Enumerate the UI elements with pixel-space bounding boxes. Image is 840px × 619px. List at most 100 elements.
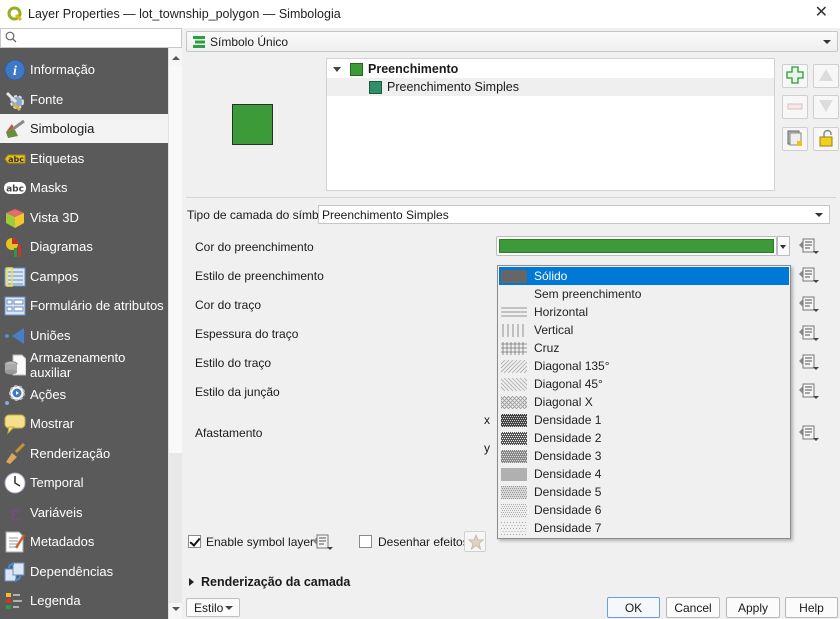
cancel-button[interactable]: Cancel: [666, 597, 720, 618]
sidebar-item-unioes[interactable]: Uniões: [0, 321, 168, 350]
fill-style-option[interactable]: Densidade 6: [499, 501, 789, 519]
dense6-pattern-icon: [501, 503, 527, 517]
stroke-color-data-defined-button[interactable]: [798, 295, 820, 313]
add-layer-button[interactable]: [782, 64, 808, 88]
fill-style-option-label: Densidade 5: [534, 485, 602, 499]
join-style-data-defined-button[interactable]: [798, 382, 820, 400]
fill-style-option[interactable]: Densidade 7: [499, 519, 789, 537]
fill-style-option[interactable]: Densidade 4: [499, 465, 789, 483]
fill-style-option-label: Horizontal: [534, 305, 589, 319]
sidebar-item-label: Diagramas: [30, 239, 93, 254]
fill-style-option[interactable]: Densidade 3: [499, 447, 789, 465]
sidebar-item-vista-3d[interactable]: Vista 3D: [0, 203, 168, 232]
fill-style-label: Estilo de preenchimento: [195, 269, 324, 283]
duplicate-layer-button[interactable]: [782, 127, 808, 151]
dense7-pattern-icon: [501, 521, 527, 535]
sidebar-item-variaveis[interactable]: ε Variáveis: [0, 498, 168, 527]
sidebar-item-fonte[interactable]: Fonte: [0, 85, 168, 114]
fill-style-option[interactable]: Diagonal X: [499, 393, 789, 411]
move-down-button[interactable]: [813, 95, 839, 119]
fill-style-data-defined-button[interactable]: [798, 266, 820, 284]
fill-style-option[interactable]: Horizontal: [499, 303, 789, 321]
help-button[interactable]: Help: [785, 597, 838, 618]
metadata-document-icon: [4, 531, 26, 553]
plus-icon: [786, 65, 804, 87]
sidebar-item-temporal[interactable]: Temporal: [0, 468, 168, 497]
fill-style-option[interactable]: Diagonal 135°: [499, 357, 789, 375]
fill-color-data-defined-button[interactable]: [798, 237, 820, 255]
fill-style-dropdown-list[interactable]: Sólido Sem preenchimento Horizontal Vertica…: [497, 265, 791, 539]
close-icon[interactable]: ✕: [815, 5, 828, 21]
sidebar-item-label: Formulário de atributos: [30, 298, 164, 313]
sidebar-item-campos[interactable]: Campos: [0, 262, 168, 291]
renderer-type-select[interactable]: Símbolo Único: [186, 31, 838, 52]
expand-caret-icon[interactable]: [333, 66, 341, 72]
search-input[interactable]: [21, 30, 179, 46]
offset-data-defined-button[interactable]: [798, 424, 820, 442]
rendering-brush-icon: [4, 442, 26, 465]
sidebar-item-dependencias[interactable]: Dependências: [0, 557, 168, 586]
fill-style-option-label: Diagonal 45°: [534, 377, 603, 391]
scroll-down-arrow-icon[interactable]: [172, 607, 180, 611]
tree-item-fill-symbol[interactable]: Preenchimento: [327, 60, 774, 78]
sidebar-item-label: Uniões: [30, 328, 71, 343]
simple-fill-swatch-icon: [369, 80, 382, 94]
fill-color-menu-button[interactable]: [777, 236, 790, 256]
sidebar-item-formulario[interactable]: Formulário de atributos: [0, 291, 168, 320]
symbol-layer-type-value: Preenchimento Simples: [322, 207, 449, 222]
title-bar: Layer Properties — lot_township_polygon …: [0, 0, 840, 28]
chevron-down-icon: [823, 40, 831, 44]
fill-style-option[interactable]: Densidade 5: [499, 483, 789, 501]
fill-style-option[interactable]: Sólido: [499, 267, 789, 285]
fill-style-option[interactable]: Densidade 2: [499, 429, 789, 447]
draw-effects-checkbox[interactable]: [359, 535, 372, 548]
fill-style-option[interactable]: Sem preenchimento: [499, 285, 789, 303]
sidebar-item-mostrar[interactable]: Mostrar: [0, 409, 168, 438]
sidebar-item-label: Dependências: [30, 564, 114, 579]
fill-style-option[interactable]: Vertical: [499, 321, 789, 339]
sidebar-item-legenda[interactable]: Legenda: [0, 586, 168, 615]
enable-symbol-layer-label: Enable symbol layer: [206, 535, 315, 549]
sidebar-search[interactable]: [0, 28, 182, 48]
effects-settings-button[interactable]: [464, 531, 486, 552]
sidebar-item-informacao[interactable]: i Informação: [0, 55, 168, 84]
fill-style-option[interactable]: Cruz: [499, 339, 789, 357]
sidebar-item-label: Informação: [30, 62, 96, 77]
stroke-style-data-defined-button[interactable]: [798, 353, 820, 371]
display-speech-icon: [4, 413, 26, 435]
auxiliary-storage-icon: [4, 354, 27, 376]
ok-button[interactable]: OK: [607, 597, 660, 618]
remove-layer-button[interactable]: [782, 95, 808, 119]
fields-table-icon: [4, 266, 26, 288]
symbol-preview: [232, 104, 273, 145]
fill-style-option[interactable]: Diagonal 45°: [499, 375, 789, 393]
source-settings-icon: [4, 89, 26, 111]
scroll-up-arrow-icon[interactable]: [172, 56, 180, 60]
apply-button[interactable]: Apply: [726, 597, 780, 618]
sidebar-item-simbologia[interactable]: Simbologia: [0, 114, 168, 143]
layer-rendering-section-toggle[interactable]: Renderização da camada: [189, 575, 350, 589]
lock-layer-button[interactable]: [813, 127, 839, 151]
enable-symbol-layer-checkbox[interactable]: [188, 535, 201, 548]
sidebar-item-diagramas[interactable]: Diagramas: [0, 232, 168, 261]
symbol-layer-type-select[interactable]: Preenchimento Simples: [318, 205, 830, 224]
sidebar-item-etiquetas[interactable]: abc Etiquetas: [0, 144, 168, 173]
fill-color-button[interactable]: [496, 236, 777, 256]
unlock-icon: [818, 129, 834, 150]
sidebar-scrollbar[interactable]: [168, 48, 182, 619]
cube-3d-icon: [4, 207, 26, 229]
sidebar-item-metadados[interactable]: Metadados: [0, 527, 168, 556]
stroke-width-data-defined-button[interactable]: [798, 324, 820, 342]
stroke-style-label: Estilo do traço: [195, 356, 272, 370]
tree-item-simple-fill[interactable]: Preenchimento Simples: [327, 78, 774, 96]
sidebar-item-renderizacao[interactable]: Renderização: [0, 439, 168, 468]
style-menu-button[interactable]: Estilo: [186, 598, 240, 617]
enable-layer-data-defined-button[interactable]: [312, 533, 334, 551]
sidebar-item-label: Renderização: [30, 446, 111, 461]
move-up-button[interactable]: [813, 64, 839, 88]
sidebar-item-acoes[interactable]: Ações: [0, 380, 168, 409]
fill-style-option[interactable]: Densidade 1: [499, 411, 789, 429]
sidebar-item-masks[interactable]: abc Masks: [0, 173, 168, 202]
scrollbar-track[interactable]: [169, 453, 182, 603]
sidebar-item-armazenamento[interactable]: Armazenamento auxiliar: [0, 350, 168, 380]
